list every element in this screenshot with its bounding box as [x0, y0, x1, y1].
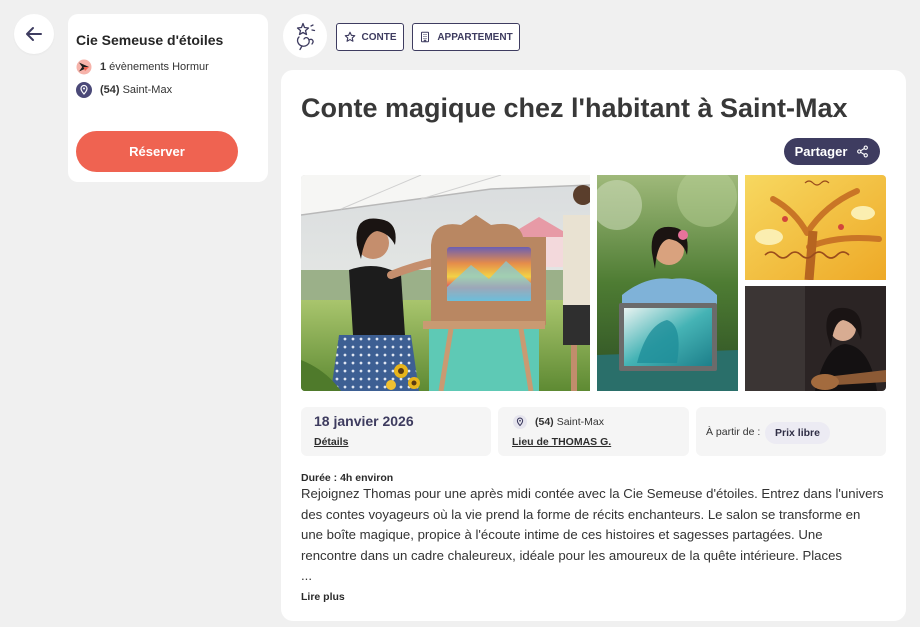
tag-label: CONTE	[361, 31, 397, 43]
building-icon	[419, 31, 431, 43]
event-department: (54)	[535, 416, 554, 428]
hormur-logo-icon	[76, 59, 92, 75]
organizer-name[interactable]: Cie Semeuse d'étoiles	[76, 31, 223, 49]
event-duration: Durée : 4h environ	[301, 472, 394, 484]
event-card: Conte magique chez l'habitant à Saint-Ma…	[281, 70, 906, 621]
event-photo-main[interactable]	[301, 175, 590, 391]
star-icon	[344, 31, 356, 43]
event-page: Cie Semeuse d'étoiles 1 évènements Hormu…	[0, 0, 920, 627]
storyteller-doodle-icon	[290, 21, 320, 51]
location-pin-icon	[513, 415, 527, 429]
tag-label: APPARTEMENT	[437, 31, 513, 43]
tag-conte[interactable]: CONTE	[336, 23, 404, 51]
price-badge: Prix libre	[765, 422, 830, 444]
organizer-card: Cie Semeuse d'étoiles 1 évènements Hormu…	[68, 14, 268, 182]
event-photo-2[interactable]	[597, 175, 738, 391]
tag-appartement[interactable]: APPARTEMENT	[412, 23, 520, 51]
arrow-left-icon	[24, 24, 44, 44]
back-button[interactable]	[14, 14, 54, 54]
share-label: Partager	[794, 144, 848, 159]
share-button[interactable]: Partager	[784, 138, 880, 165]
event-location: (54) Saint-Max	[535, 415, 604, 429]
price-box: À partir de : Prix libre	[696, 407, 886, 456]
price-label: À partir de :	[706, 426, 761, 438]
event-title: Conte magique chez l'habitant à Saint-Ma…	[301, 93, 848, 123]
organizer-events-count: 1	[100, 61, 107, 73]
description-line: Rejoignez Thomas pour une après midi con…	[301, 486, 884, 501]
organizer-department: (54)	[100, 84, 120, 96]
organizer-events-row: 1 évènements Hormur	[76, 59, 209, 75]
event-description: Rejoignez Thomas pour une après midi con…	[301, 484, 883, 587]
description-line: rencontre dans un cadre chaleureux, idéa…	[301, 547, 843, 563]
location-box: (54) Saint-Max Lieu de THOMAS G.	[498, 407, 689, 456]
location-pin-icon	[76, 82, 92, 98]
organizer-events-label: évènements Hormur	[109, 61, 209, 73]
event-date: 18 janvier 2026	[314, 413, 414, 429]
description-ellipsis: ...	[301, 568, 312, 583]
reserve-button[interactable]: Réserver	[76, 131, 238, 172]
share-icon	[856, 145, 869, 158]
description-line: des contes voyageurs où la vie prend la …	[301, 506, 861, 522]
date-box: 18 janvier 2026 Détails	[301, 407, 491, 456]
organizer-city: Saint-Max	[122, 84, 173, 96]
venue-link[interactable]: Lieu de THOMAS G.	[512, 435, 611, 449]
read-more-link[interactable]: Lire plus	[301, 590, 345, 604]
category-badge	[283, 14, 327, 58]
event-city: Saint-Max	[556, 416, 604, 428]
event-photo-4[interactable]	[745, 286, 886, 391]
details-link[interactable]: Détails	[314, 435, 348, 449]
event-photo-3[interactable]	[745, 175, 886, 280]
organizer-location-row: (54) Saint-Max	[76, 82, 172, 98]
description-line: une boîte magique, propice à l'écoute in…	[301, 527, 823, 542]
